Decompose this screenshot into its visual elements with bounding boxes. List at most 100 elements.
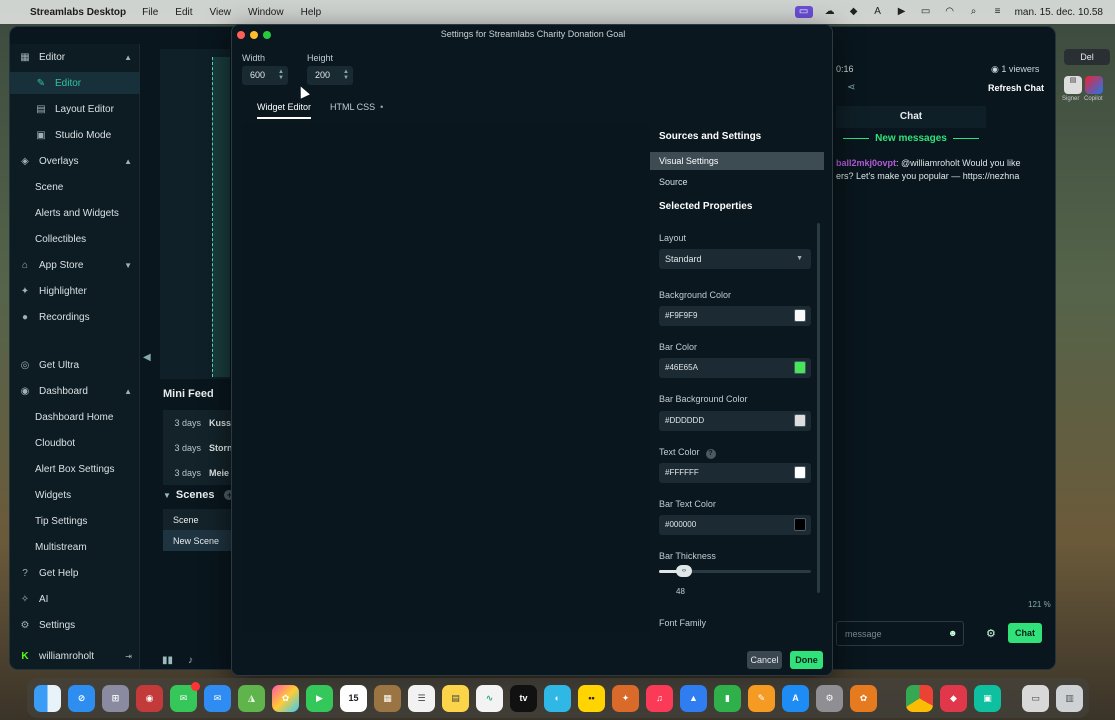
stream-preview[interactable] xyxy=(160,49,230,379)
wifi-icon[interactable]: ◠ xyxy=(943,6,957,18)
emoji-icon[interactable]: ☻ xyxy=(948,628,957,638)
maps-icon[interactable]: ◮ xyxy=(238,685,265,712)
sidebar-item-get-ultra[interactable]: ◎ Get Ultra xyxy=(10,354,140,376)
keynote-icon[interactable]: ▲ xyxy=(680,685,707,712)
sidebar-item-get-help[interactable]: ? Get Help xyxy=(10,562,140,584)
input-source-icon[interactable]: A xyxy=(871,6,885,18)
calendar-icon[interactable]: 15 xyxy=(340,685,367,712)
chrome-icon[interactable] xyxy=(906,685,933,712)
text-color-swatch[interactable] xyxy=(794,466,806,479)
background-color-swatch[interactable] xyxy=(794,309,806,322)
sidebar-item-multistream[interactable]: Multistream xyxy=(10,536,140,558)
del-button[interactable]: Del xyxy=(1064,49,1110,65)
chat-send-button[interactable]: Chat xyxy=(1008,623,1042,643)
height-input[interactable]: 200 ▲ ▼ xyxy=(307,66,353,85)
logout-icon[interactable]: ⇥ xyxy=(125,652,132,661)
play-status-icon[interactable]: ▶ xyxy=(895,6,909,18)
collapse-sidebar-icon[interactable]: ◀ xyxy=(143,352,151,363)
drive-icon[interactable]: ▭ xyxy=(1022,685,1049,712)
reminders-icon[interactable]: ☰ xyxy=(408,685,435,712)
chat-username[interactable]: ball2mkj0ovpt xyxy=(836,158,896,168)
sidebar-item-ai[interactable]: ✧ AI xyxy=(10,588,140,610)
music-icon[interactable]: ♫ xyxy=(646,685,673,712)
source-item[interactable]: Source xyxy=(650,173,824,191)
battery-icon[interactable]: ▭ xyxy=(919,6,933,18)
minimize-window-icon[interactable] xyxy=(250,31,258,39)
sidebar-item-widgets[interactable]: Widgets xyxy=(10,484,140,506)
signer-app-icon[interactable]: ▤ xyxy=(1064,76,1082,94)
bar-color-input[interactable]: #46E65A xyxy=(659,358,811,378)
gear-icon[interactable]: ⚙ xyxy=(986,627,996,640)
streamlabs-icon[interactable]: ▣ xyxy=(974,685,1001,712)
sidebar-item-dashboard-home[interactable]: Dashboard Home xyxy=(10,406,140,428)
apple-tv-icon[interactable]: tv xyxy=(510,685,537,712)
sidebar-item-editor-group[interactable]: ▦ Editor ▲ xyxy=(10,46,140,68)
copilot-app-icon[interactable] xyxy=(1085,76,1103,94)
freeform-icon[interactable]: ∿ xyxy=(476,685,503,712)
sidebar-item-account[interactable]: K williamroholt ⇥ xyxy=(10,645,140,667)
notes-brown-icon[interactable]: ▦ xyxy=(374,685,401,712)
sidebar-item-recordings[interactable]: ● Recordings xyxy=(10,306,140,328)
menu-edit[interactable]: Edit xyxy=(175,7,192,18)
trash-icon[interactable]: ▥ xyxy=(1056,685,1083,712)
control-center-icon[interactable]: ≡ xyxy=(991,6,1005,18)
cancel-button[interactable]: Cancel xyxy=(747,651,782,669)
bar-background-color-swatch[interactable] xyxy=(794,414,806,427)
sidebar-item-layout-editor[interactable]: ▤ Layout Editor xyxy=(10,98,140,120)
finder-icon[interactable] xyxy=(34,685,61,712)
sidebar-item-dashboard[interactable]: ◉ Dashboard ▲ xyxy=(10,380,140,402)
fl-studio-icon[interactable]: ✿ xyxy=(850,685,877,712)
done-button[interactable]: Done xyxy=(790,651,823,669)
layout-select[interactable]: Standard ▼ xyxy=(659,249,811,269)
creative-cloud-icon[interactable]: ☁ xyxy=(823,6,837,18)
stepper-icon[interactable]: ▲ ▼ xyxy=(278,69,284,81)
sidebar-item-collectibles[interactable]: Collectibles xyxy=(10,228,140,250)
photo-booth-icon[interactable]: ◉ xyxy=(136,685,163,712)
preview-icon[interactable]: ◐ xyxy=(544,685,571,712)
launchpad-icon[interactable]: ⊞ xyxy=(102,685,129,712)
screen-share-icon[interactable]: ▭ xyxy=(794,6,813,18)
menu-file[interactable]: File xyxy=(142,7,158,18)
game-icon[interactable]: ✦ xyxy=(612,685,639,712)
background-color-input[interactable]: #F9F9F9 xyxy=(659,306,811,326)
chat-input[interactable]: message xyxy=(836,621,964,646)
visual-settings-item[interactable]: Visual Settings xyxy=(650,152,824,170)
stepper-icon[interactable]: ▲ ▼ xyxy=(343,69,349,81)
sidebar-item-highlighter[interactable]: ✦ Highlighter xyxy=(10,280,140,302)
sidebar-item-app-store[interactable]: ⌂ App Store ▼ xyxy=(10,254,140,276)
properties-scrollbar[interactable] xyxy=(817,223,820,593)
help-icon[interactable]: ? xyxy=(705,449,716,459)
new-messages-divider[interactable]: New messages xyxy=(836,133,986,144)
system-settings-icon[interactable]: ⚙ xyxy=(816,685,843,712)
sidebar-item-scene[interactable]: Scene xyxy=(10,176,140,198)
bar-text-color-swatch[interactable] xyxy=(794,518,806,531)
menu-help[interactable]: Help xyxy=(301,7,322,18)
unknown-red-icon[interactable]: ◆ xyxy=(940,685,967,712)
tab-html-css[interactable]: HTML CSS • xyxy=(330,102,383,112)
spotlight-search-icon[interactable]: ⌕ xyxy=(967,6,981,18)
text-color-input[interactable]: #FFFFFF xyxy=(659,463,811,483)
menu-view[interactable]: View xyxy=(210,7,232,18)
sidebar-item-studio-mode[interactable]: ▣ Studio Mode xyxy=(10,124,140,146)
app-name-menu[interactable]: Streamlabs Desktop xyxy=(30,7,126,18)
sidebar-item-settings[interactable]: ⚙ Settings xyxy=(10,614,140,636)
dropbox-icon[interactable]: ◆ xyxy=(847,6,861,18)
sidebar-item-editor[interactable]: ✎ Editor xyxy=(10,72,140,94)
facetime-icon[interactable]: ▶ xyxy=(306,685,333,712)
bar-color-swatch[interactable] xyxy=(794,361,806,374)
emoji-icon[interactable]: •• xyxy=(578,685,605,712)
pages-icon[interactable]: ✎ xyxy=(748,685,775,712)
bar-text-color-input[interactable]: #000000 xyxy=(659,515,811,535)
sidebar-item-cloudbot[interactable]: Cloudbot xyxy=(10,432,140,454)
widget-preview-area[interactable] xyxy=(242,123,649,633)
bar-thickness-slider[interactable]: ‹› xyxy=(659,565,811,577)
app-store-icon[interactable]: A xyxy=(782,685,809,712)
refresh-chat-button[interactable]: Refresh Chat xyxy=(988,83,1044,93)
slider-handle[interactable]: ‹› xyxy=(676,565,692,577)
share-icon[interactable]: ⋖ xyxy=(847,82,855,93)
clock[interactable]: man. 15. dec. 10.58 xyxy=(1015,7,1103,18)
tab-widget-editor[interactable]: Widget Editor xyxy=(257,102,312,119)
mail-icon[interactable]: ✉ xyxy=(204,685,231,712)
bell-icon[interactable]: ♪ xyxy=(188,655,193,666)
numbers-icon[interactable]: ▮ xyxy=(714,685,741,712)
